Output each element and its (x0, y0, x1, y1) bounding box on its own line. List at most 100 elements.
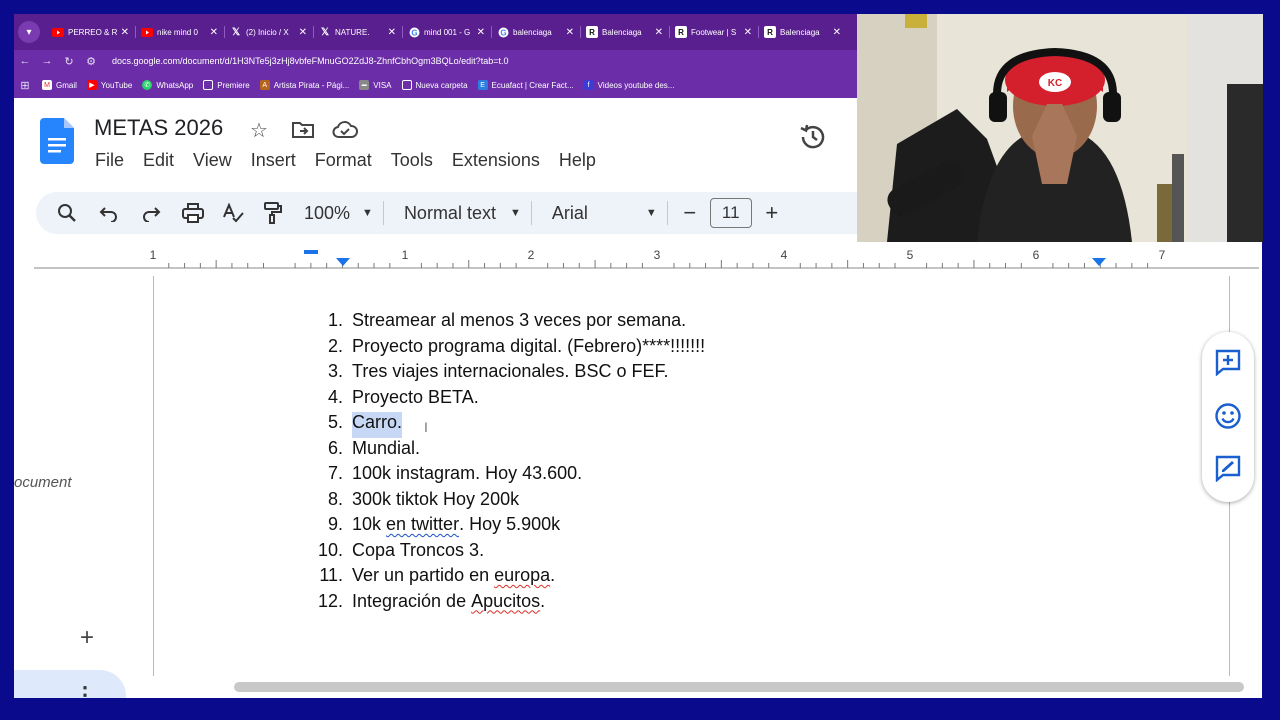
move-folder-icon[interactable] (291, 120, 315, 146)
left-indent-marker[interactable] (336, 258, 350, 266)
close-icon[interactable]: ✕ (210, 27, 218, 38)
emoji-reaction-icon[interactable] (1214, 402, 1242, 430)
bookmark-ecuafact[interactable]: E Ecuafact | Crear Fact... (477, 80, 574, 90)
browser-tab[interactable]: R Footwear | S ✕ (669, 18, 758, 46)
ap-icon: A (259, 80, 270, 90)
redo-icon[interactable] (134, 204, 168, 222)
zoom-select[interactable]: 100% ▼ (304, 203, 373, 224)
browser-tab[interactable]: G mind 001 - G ✕ (402, 18, 491, 46)
menu-help[interactable]: Help (554, 148, 601, 173)
menu-edit[interactable]: Edit (138, 148, 179, 173)
ruler-number: 2 (528, 248, 535, 262)
reload-icon[interactable]: ↻ (58, 55, 80, 68)
browser-tab[interactable]: 𝕏 (2) Inicio / X ✕ (224, 18, 313, 46)
bookmark-videos-youtube[interactable]: f Videos youtube des... (583, 80, 674, 90)
document-tab-item[interactable]: ⋮ (14, 670, 126, 698)
list-item[interactable]: 12. Integración de Apucitos. (313, 591, 705, 617)
menu-insert[interactable]: Insert (246, 148, 301, 173)
bookmark-visa[interactable]: ▬ VISA (359, 80, 392, 90)
folder-icon (401, 80, 412, 90)
print-icon[interactable] (176, 203, 210, 223)
tab-search-chevron-icon[interactable]: ▾ (18, 21, 40, 43)
browser-tab[interactable]: nike mind 0 ✕ (135, 18, 224, 46)
list-item[interactable]: 9. 10k en twitter. Hoy 5.900k (313, 514, 705, 540)
suggest-edits-icon[interactable] (1214, 454, 1242, 482)
list-number: 1. (327, 310, 343, 330)
close-icon[interactable]: ✕ (833, 27, 841, 38)
close-icon[interactable]: ✕ (744, 27, 752, 38)
list-number: 11. (319, 565, 343, 585)
list-item[interactable]: 11. Ver un partido en europa. (313, 565, 705, 591)
list-item[interactable]: 1. Streamear al menos 3 veces por semana. (313, 310, 705, 336)
site-settings-icon[interactable]: ⚙ (80, 55, 102, 68)
list-item[interactable]: 6. Mundial. (313, 438, 705, 464)
close-icon[interactable]: ✕ (299, 27, 307, 38)
close-icon[interactable]: ✕ (566, 27, 574, 38)
menu-file[interactable]: File (90, 148, 129, 173)
bookmark-gmail[interactable]: M Gmail (42, 80, 77, 90)
browser-tab[interactable]: R Balenciaga ✕ (758, 18, 847, 46)
bookmark-label: WhatsApp (156, 80, 194, 90)
ruler-number: 4 (781, 248, 788, 262)
list-text: Copa Troncos 3. (352, 539, 485, 560)
close-icon[interactable]: ✕ (655, 27, 663, 38)
increase-font-size-button[interactable]: + (760, 200, 784, 226)
browser-tab[interactable]: G balenciaga ✕ (491, 18, 580, 46)
version-history-icon[interactable] (798, 122, 828, 159)
browser-tab[interactable]: R Balenciaga ✕ (580, 18, 669, 46)
menu-extensions[interactable]: Extensions (447, 148, 545, 173)
bookmark-whatsapp[interactable]: ✆ WhatsApp (142, 80, 193, 90)
list-item[interactable]: 2. Proyecto programa digital. (Febrero)**… (313, 336, 705, 362)
star-icon[interactable]: ☆ (250, 118, 268, 143)
google-icon: G (497, 26, 509, 38)
browser-tab[interactable]: 𝕏 NATURE. ✕ (313, 18, 402, 46)
horizontal-scrollbar[interactable] (234, 682, 1244, 692)
bookmark-youtube[interactable]: ▶ YouTube (86, 80, 132, 90)
menu-tools[interactable]: Tools (386, 148, 438, 173)
url-field[interactable]: docs.google.com/document/d/1H3NTe5j3zHj8… (112, 56, 508, 66)
close-icon[interactable]: ✕ (388, 27, 396, 38)
menu-view[interactable]: View (188, 148, 237, 173)
browser-tab[interactable]: PERREO & R ✕ (46, 18, 135, 46)
apps-grid-icon[interactable]: ⊞ (14, 79, 36, 92)
tab-title: mind 001 - G (424, 27, 471, 37)
document-page[interactable]: 1. Streamear al menos 3 veces por semana.… (153, 276, 1230, 676)
ruler-number: 7 (1159, 248, 1166, 262)
close-icon[interactable]: ✕ (121, 27, 129, 38)
font-size-input[interactable]: 11 (709, 198, 752, 228)
forward-icon[interactable]: → (36, 55, 58, 67)
document-title[interactable]: METAS 2026 (94, 115, 223, 141)
google-docs-logo-icon[interactable] (40, 118, 74, 164)
list-item[interactable]: 4. Proyecto BETA. (313, 387, 705, 413)
list-item[interactable]: 5. Carro. I (313, 412, 705, 438)
list-item[interactable]: 3. Tres viajes internacionales. BSC o FEF… (313, 361, 705, 387)
add-comment-icon[interactable] (1214, 348, 1242, 376)
webcam-overlay: KC (857, 14, 1263, 242)
list-item[interactable]: 8. 300k tiktok Hoy 200k (313, 489, 705, 515)
menu-format[interactable]: Format (310, 148, 377, 173)
cloud-saved-icon[interactable] (332, 120, 358, 146)
dropdown-arrow-icon: ▼ (509, 207, 521, 219)
paragraph-style-select[interactable]: Normal text ▼ (404, 203, 521, 224)
list-item[interactable]: 10. Copa Troncos 3. (313, 540, 705, 566)
dropdown-arrow-icon: ▼ (645, 207, 657, 219)
more-options-icon[interactable]: ⋮ (74, 682, 96, 698)
font-family-select[interactable]: Arial ▼ (552, 203, 657, 224)
bookmark-artista-pirata[interactable]: A Artista Pirata - Pági... (259, 80, 349, 90)
back-icon[interactable]: ← (14, 55, 36, 67)
first-line-indent-marker[interactable] (304, 250, 318, 254)
add-tab-icon[interactable]: + (80, 624, 94, 652)
bookmark-premiere[interactable]: Premiere (203, 80, 250, 90)
zoom-value: 100% (304, 202, 351, 223)
ruler-number: 3 (654, 248, 661, 262)
undo-icon[interactable] (92, 204, 126, 222)
right-indent-marker[interactable] (1092, 258, 1106, 266)
ruler[interactable]: 1 1 2 3 4 5 6 7 (34, 244, 1259, 276)
spellcheck-icon[interactable] (216, 203, 250, 223)
search-menus-icon[interactable] (50, 203, 84, 223)
close-icon[interactable]: ✕ (477, 27, 485, 38)
paint-format-icon[interactable] (256, 202, 290, 224)
bookmark-nueva-carpeta[interactable]: Nueva carpeta (401, 80, 468, 90)
list-item[interactable]: 7. 100k instagram. Hoy 43.600. (313, 463, 705, 489)
decrease-font-size-button[interactable]: − (678, 200, 702, 226)
